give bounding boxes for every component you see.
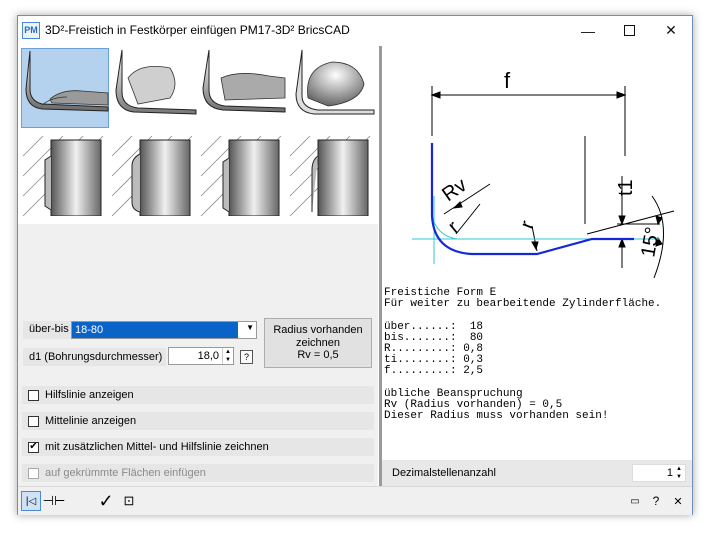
dimension-r-label: r (444, 216, 464, 237)
undercut-description: Freistiche Form E Für weiter zu bearbeit… (384, 287, 662, 423)
draw-radius-button-line1: Radius vorhanden (273, 324, 363, 336)
undercut-type-gallery (18, 46, 378, 224)
d1-label: d1 (Bohrungsdurchmesser) (23, 348, 166, 366)
dimension-angle-label: 15° (637, 225, 664, 259)
range-dropdown-value: 18-80 (72, 322, 238, 338)
checkbox[interactable] (28, 415, 39, 427)
collapse-panel-icon[interactable]: |◁ (21, 491, 41, 511)
dimension-rv-label: Rv (438, 174, 471, 206)
checkbox (28, 467, 39, 479)
option-show-centerline[interactable]: Mittelinie anzeigen (22, 412, 374, 430)
option-draw-extra-lines[interactable]: ✔ mit zusätzlichen Mittel- und Hilfslini… (22, 438, 374, 456)
option-label: auf gekrümmte Flächen einfügen (45, 467, 206, 479)
profile-line (430, 143, 634, 256)
d1-help-button[interactable]: ? (240, 350, 253, 364)
option-label: Mittelinie anzeigen (45, 415, 137, 427)
thumbnail-undercut-6[interactable] (110, 136, 198, 216)
thumbnail-undercut-4[interactable] (288, 48, 376, 128)
minimize-panel-icon[interactable]: ▭ (625, 491, 645, 511)
minimize-button[interactable]: — (568, 16, 608, 45)
decimals-spinner[interactable]: ▲ ▼ (674, 465, 684, 481)
insert-icon[interactable]: ⊡ (119, 491, 139, 511)
close-icon[interactable]: ✕ (668, 491, 688, 511)
draw-radius-button-line2: zeichnen (295, 336, 341, 349)
option-show-helpline[interactable]: Hilfslinie anzeigen (22, 386, 374, 404)
thumbnail-undercut-8[interactable] (288, 136, 376, 216)
draw-radius-button-line3: Rv = 0,5 (297, 349, 339, 361)
dimension-f-label: f (504, 68, 511, 93)
dimension-t1-label: t1 (615, 179, 637, 196)
left-panel: über-bis 18-80 ▼ d1 (Bohrungsdurchmesser… (18, 46, 378, 486)
thumbnail-undercut-5[interactable] (21, 136, 109, 216)
thumbnail-undercut-1[interactable] (21, 48, 109, 128)
right-panel: f t1 Rv r r 15° Freistiche Form E Für we… (382, 46, 692, 486)
thumbnail-undercut-3[interactable] (199, 48, 287, 128)
title-bar[interactable]: PM 3D²-Freistich in Festkörper einfügen … (18, 16, 692, 46)
option-label: Hilfslinie anzeigen (45, 389, 134, 401)
thumbnail-undercut-7[interactable] (199, 136, 287, 216)
draw-radius-button[interactable]: Radius vorhanden zeichnen Rv = 0,5 (264, 318, 372, 368)
dimension-r2-label: r (516, 218, 539, 232)
chevron-down-icon: ▼ (246, 323, 254, 332)
decimals-bar: Dezimalstellenanzahl 1 ▲ ▼ (382, 460, 692, 486)
checkbox-checked[interactable]: ✔ (28, 441, 39, 453)
thumbnail-undercut-2[interactable] (110, 48, 198, 128)
ok-check-icon[interactable]: ✓ (96, 491, 116, 511)
checkbox[interactable] (28, 389, 39, 401)
option-label: mit zusätzlichen Mittel- und Hilfslinie … (45, 441, 269, 453)
option-curved-surfaces: auf gekrümmte Flächen einfügen (22, 464, 374, 482)
maximize-icon (623, 25, 635, 36)
close-button[interactable]: ✕ (651, 16, 691, 45)
help-icon[interactable]: ? (646, 491, 666, 511)
range-label: über-bis (23, 321, 71, 339)
dialog-window: PM 3D²-Freistich in Festkörper einfügen … (17, 15, 693, 515)
bottom-toolbar: |◁ ⊣⊢ ✓ ⊡ ▭ ? ✕ (18, 486, 692, 515)
pin-icon[interactable]: ⊣⊢ (43, 491, 66, 511)
undercut-drawing: f t1 Rv r r 15° (412, 68, 675, 279)
decimals-label: Dezimalstellenanzahl (392, 467, 496, 479)
app-logo-icon: PM (22, 22, 40, 39)
window-title: 3D²-Freistich in Festkörper einfügen PM1… (45, 23, 350, 37)
maximize-button[interactable] (609, 16, 649, 45)
range-dropdown[interactable]: 18-80 ▼ (71, 321, 257, 339)
d1-spinner[interactable]: ▲ ▼ (222, 348, 233, 364)
